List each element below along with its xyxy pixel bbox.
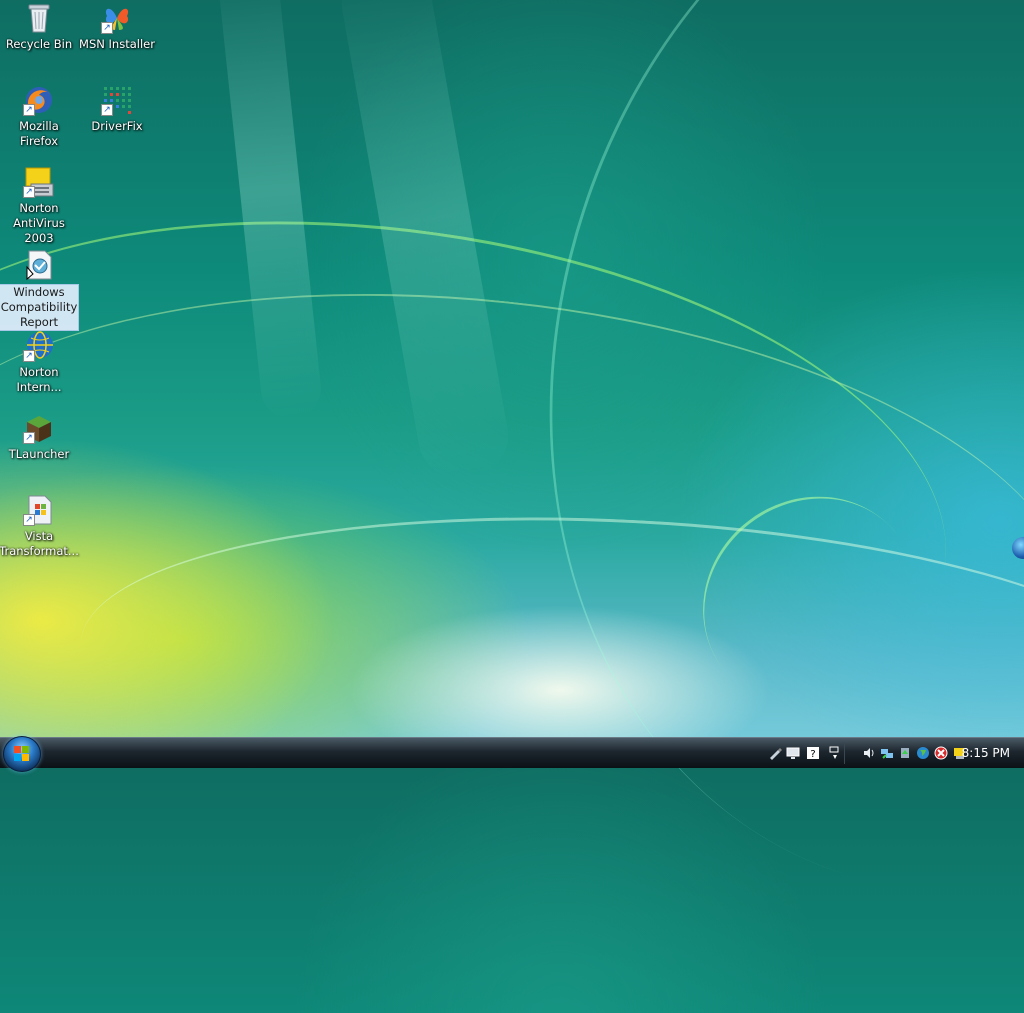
globe-icon[interactable] [916,746,930,760]
vista-transformation-icon: ↗ [23,494,55,526]
compatibility-report-icon [23,249,55,281]
windows-flag-icon [14,746,30,762]
desktop-icon-norton-antivirus[interactable]: ↗ Norton AntiVirus 2003 [0,166,79,246]
recycle-bin-icon [23,2,55,34]
desktop-icon-label: Norton AntiVirus 2003 [13,201,65,245]
network-icon[interactable] [880,746,894,760]
desktop-icon-recycle-bin[interactable]: Recycle Bin [0,2,79,52]
wallpaper-streak [0,155,982,828]
desktop-icon-label: DriverFix [91,119,143,133]
desktop-icon-label: Recycle Bin [5,37,73,51]
shortcut-arrow-icon: ↗ [23,350,35,362]
desktop-icon-label: Windows Compatibility Report [0,284,79,331]
driverfix-icon: ↗ [101,84,133,116]
system-tray: ? 8:15 PM [744,738,1024,768]
shortcut-arrow-icon: ↗ [101,104,113,116]
desktop-icon-vista-transformation[interactable]: ↗ Vista Transformat... [0,494,79,559]
start-button[interactable] [3,736,41,772]
desktop-icon-driverfix[interactable]: ↗ DriverFix [77,84,157,134]
wallpaper-streak [660,453,960,750]
desktop-icon-norton-internet[interactable]: ↗ Norton Intern... [0,330,79,395]
desktop-icon-windows-compatibility-report[interactable]: Windows Compatibility Report [0,249,79,331]
shortcut-arrow-icon: ↗ [23,104,35,116]
network-monitor-icon[interactable] [786,746,800,760]
taskbar: ? 8:15 PM [0,736,1024,772]
msn-butterfly-icon: ↗ [101,2,133,34]
firefox-icon: ↗ [23,84,55,116]
wallpaper-streak [72,491,1024,852]
desktop-icon-label: MSN Installer [79,37,155,51]
pen-icon[interactable] [768,746,782,760]
shortcut-arrow-icon: ↗ [23,514,35,526]
tray-separator [844,742,845,764]
desktop-icon-tlauncher[interactable]: ↗ TLauncher [0,412,79,462]
desktop-icon-msn-installer[interactable]: ↗ MSN Installer [77,2,157,52]
wallpaper-streak [335,0,515,484]
tlauncher-icon: ↗ [23,412,55,444]
volume-icon[interactable] [862,746,876,760]
clock[interactable]: 8:15 PM [962,746,1010,760]
shortcut-arrow-icon: ↗ [23,186,35,198]
help-icon[interactable]: ? [806,746,820,760]
desktop-icon-label: Norton Intern... [16,365,62,394]
desktop-icon-label: Mozilla Firefox [19,119,59,148]
svg-text:?: ? [810,749,815,760]
wallpaper-streak [412,0,1024,1013]
wallpaper-streak [0,238,1024,884]
shortcut-arrow-icon: ↗ [101,22,113,34]
task-switch-icon[interactable] [828,746,842,760]
desktop-icon-label: TLauncher [8,447,70,461]
shortcut-arrow-icon: ↗ [23,432,35,444]
desktop-icon-label: Vista Transformat... [0,529,79,558]
safely-remove-icon[interactable] [898,746,912,760]
security-alert-icon[interactable] [934,746,948,760]
wallpaper-streak [216,0,324,422]
norton-internet-icon: ↗ [23,330,55,362]
desktop-icon-mozilla-firefox[interactable]: ↗ Mozilla Firefox [0,84,79,149]
norton-antivirus-icon: ↗ [23,166,55,198]
partial-globe-icon[interactable] [1012,537,1024,559]
